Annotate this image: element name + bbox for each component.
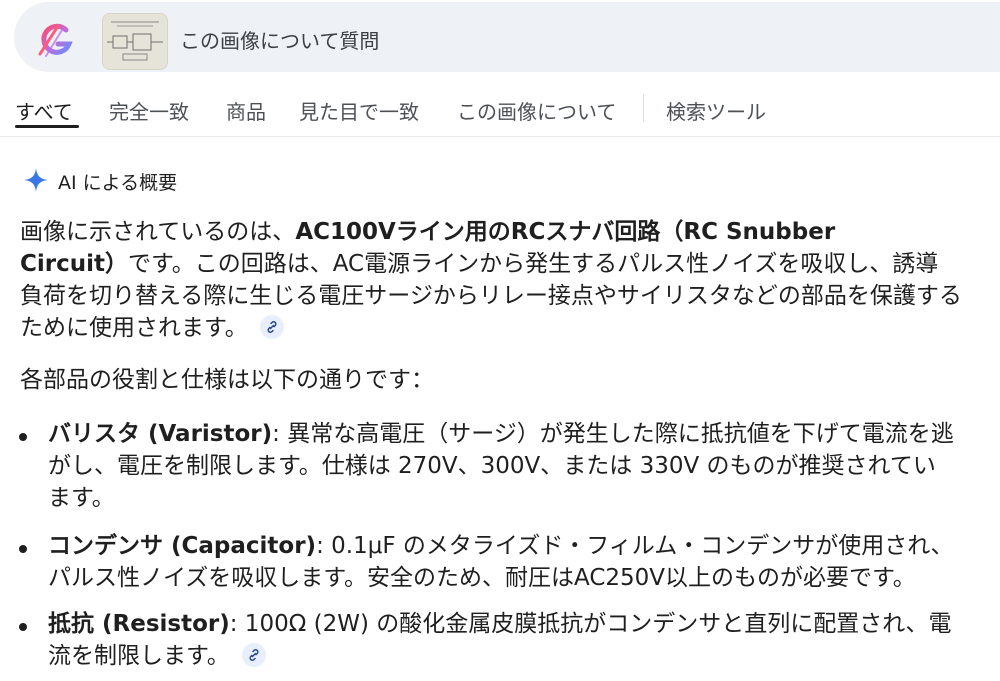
list-item-text: がし、電圧を制限します。仕様は 270V、300V、または 330V のものが推… [48,453,936,479]
intro-text: 負荷を切り替える際に生じる電圧サージからリレー接点やサイリスタなどの部品を保護す… [20,283,962,309]
list-item-title: 抵抗 (Resistor) [48,611,230,637]
active-tab-indicator [15,125,79,128]
list-item-text: : 0.1μF のメタライズド・フィルム・コンデンサが使用され、 [316,533,954,559]
ai-overview-lead: 各部品の役割と仕様は以下の通りです： [20,364,995,396]
sparkle-icon [24,168,48,192]
tab-visual-matches[interactable]: 見た目で一致 [299,96,419,125]
intro-text: 画像に示されているのは、 [20,219,296,245]
list-item-varistor: バリスタ (Varistor): 異常な高電圧（サージ）が発生した際に抵抗値を下… [48,418,993,514]
bullet-dot [19,623,27,631]
tab-all[interactable]: すべて [15,96,73,125]
google-lens-logo-icon[interactable] [36,20,80,60]
source-link-icon[interactable] [259,314,284,339]
search-input[interactable]: この画像について質問 [180,25,379,54]
list-item-resistor: 抵抗 (Resistor): 100Ω (2W) の酸化金属皮膜抵抗がコンデンサ… [48,608,993,672]
bullet-dot [19,545,27,553]
list-item-title: コンデンサ (Capacitor) [48,533,317,559]
query-image-thumbnail[interactable] [102,13,168,70]
intro-text: です。この回路は、AC電源ラインから発生するパルス性ノイズを吸収し、誘導 [128,251,939,277]
tab-exact-match[interactable]: 完全一致 [109,96,189,125]
list-item-title: バリスタ (Varistor) [48,421,273,447]
source-link-icon[interactable] [241,642,266,667]
list-item-text: 流を制限します。 [48,643,230,669]
bullet-dot [19,433,27,441]
search-bar[interactable]: この画像について質問 [14,2,1000,72]
intro-text: ために使用されます。 [20,315,248,341]
tabs-divider [0,136,1000,137]
lead-text: 各部品の役割と仕様は以下の通りです： [20,367,434,393]
list-item-capacitor: コンデンサ (Capacitor): 0.1μF のメタライズド・フィルム・コン… [48,530,993,594]
list-item-text: : 異常な高電圧（サージ）が発生した際に抵抗値を下げて電流を逃 [272,421,954,447]
intro-highlight: AC100Vライン用のRCスナバ回路（RC Snubber [295,219,836,245]
list-item-text: ます。 [48,485,115,511]
ai-overview-heading: AI による概要 [58,172,178,194]
intro-highlight: Circuit） [20,251,128,277]
tab-about-this-image[interactable]: この画像について [457,96,616,125]
list-item-text: パルス性ノイズを吸収します。安全のため、耐圧はAC250V以上のものが必要です。 [48,565,916,591]
tab-divider [643,94,644,122]
tab-products[interactable]: 商品 [226,96,266,125]
search-tabs: すべて 完全一致 商品 見た目で一致 この画像について 検索ツール [0,86,1000,130]
tab-search-tools[interactable]: 検索ツール [666,96,766,125]
ai-overview-intro: 画像に示されているのは、AC100Vライン用のRCスナバ回路（RC Snubbe… [20,216,995,344]
list-item-text: : 100Ω (2W) の酸化金属皮膜抵抗がコンデンサと直列に配置され、電 [229,611,952,637]
